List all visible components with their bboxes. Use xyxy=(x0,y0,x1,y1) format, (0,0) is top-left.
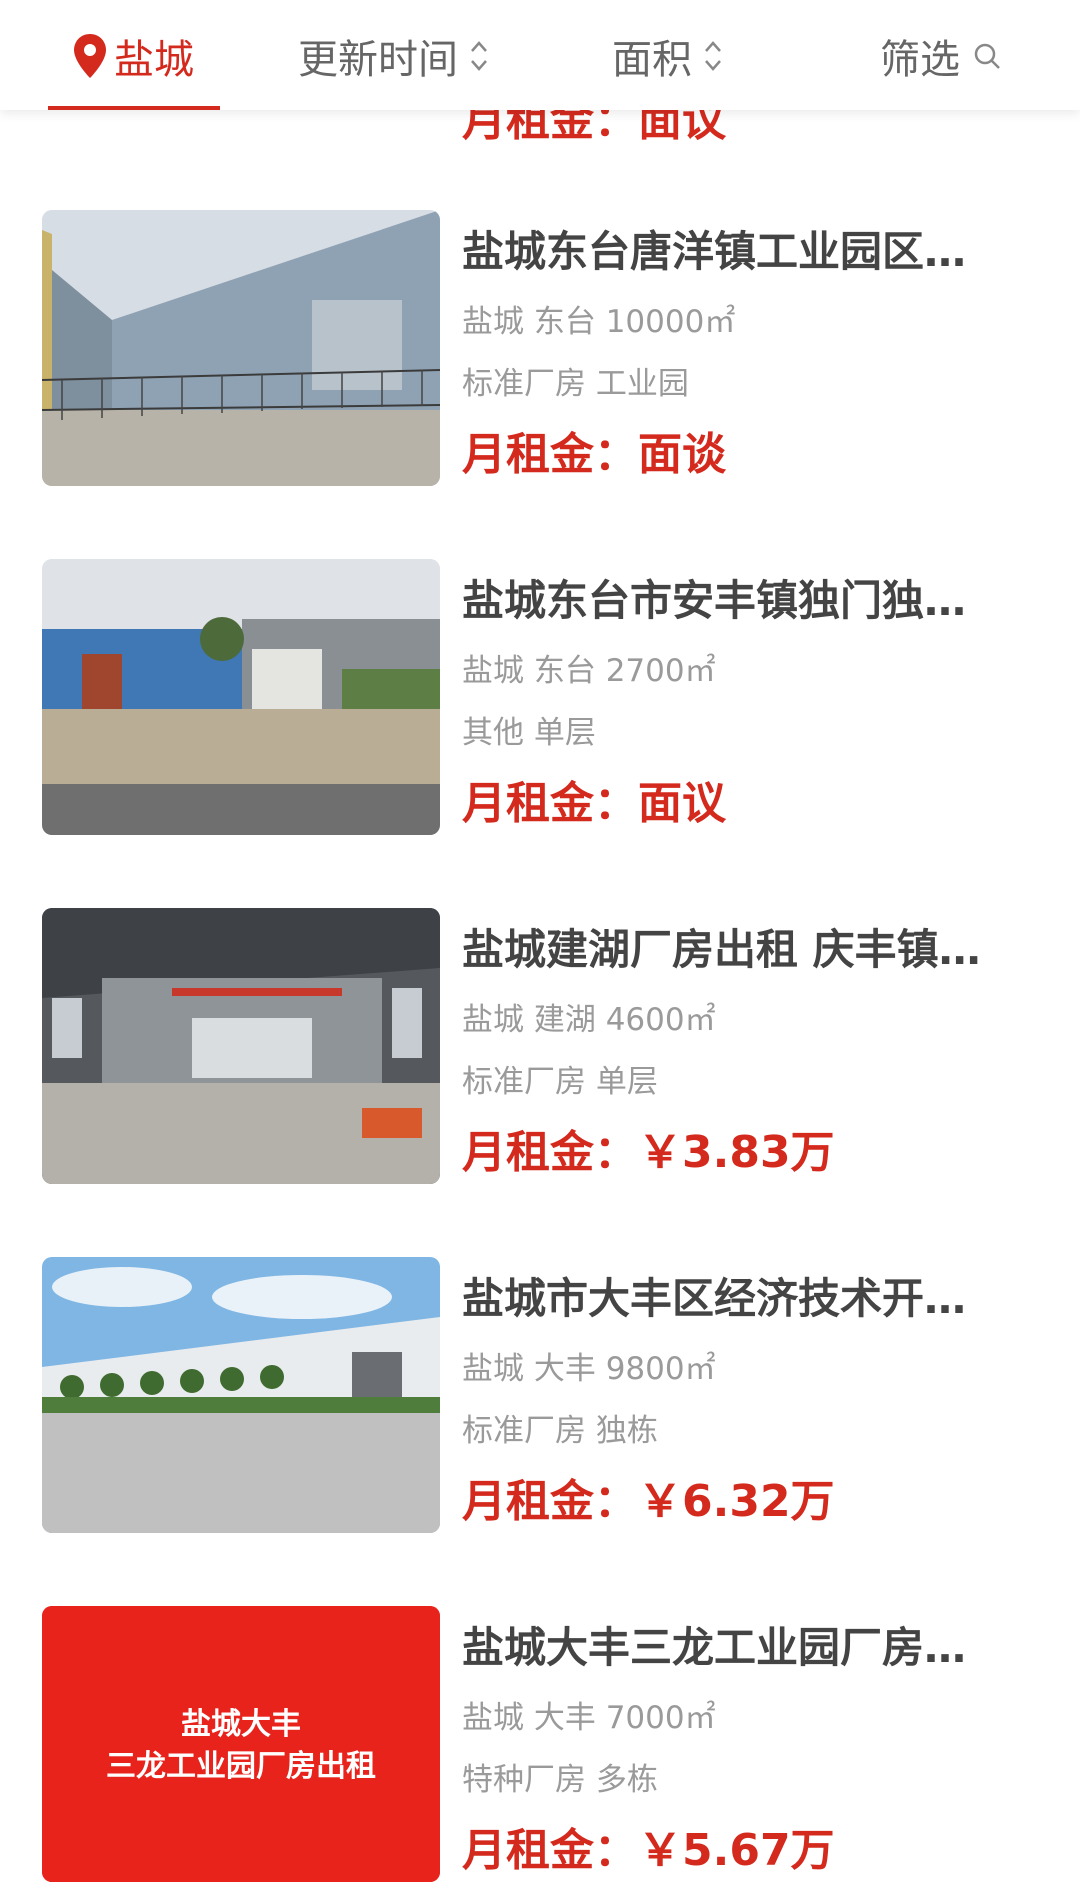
listing-tags: 标准厂房 单层 xyxy=(462,1064,658,1100)
listing-price: 月租金：￥6.32万 xyxy=(462,1476,835,1527)
active-tab-indicator xyxy=(48,106,220,110)
listing-title: 盐城市大丰区经济技术开… xyxy=(462,1274,967,1323)
filter-label: 筛选 xyxy=(880,37,960,83)
listing-location: 盐城 大丰 7000㎡ xyxy=(462,1700,716,1736)
listing-tags: 标准厂房 独栋 xyxy=(462,1413,658,1449)
listing-photo xyxy=(42,210,440,486)
update-time-label: 更新时间 xyxy=(298,37,458,83)
search-icon xyxy=(974,43,1000,69)
area-label: 面积 xyxy=(612,37,692,83)
listing-title: 盐城东台唐洋镇工业园区… xyxy=(462,227,967,276)
sort-update-time[interactable]: 更新时间 xyxy=(298,26,490,86)
sort-icon xyxy=(705,41,721,71)
listing-photo xyxy=(42,559,440,835)
sort-area[interactable]: 面积 xyxy=(612,26,724,86)
listing-title: 盐城东台市安丰镇独门独… xyxy=(462,576,967,625)
listing-price: 月租金：面议 xyxy=(462,778,726,829)
listing-card[interactable]: 盐城东台市安丰镇独门独… 盐城 东台 2700㎡ 其他 单层 月租金：面议 xyxy=(0,545,1080,845)
filter-button[interactable]: 筛选 xyxy=(880,26,1002,86)
listing-card[interactable]: 盐城建湖厂房出租 庆丰镇… 盐城 建湖 4600㎡ 标准厂房 单层 月租金：￥3… xyxy=(0,894,1080,1194)
banner-line-1: 盐城大丰 xyxy=(181,1707,301,1742)
listing-location: 盐城 建湖 4600㎡ xyxy=(462,1002,716,1038)
listing-price: 月租金：￥5.67万 xyxy=(462,1825,835,1876)
listing-title: 盐城大丰三龙工业园厂房… xyxy=(462,1623,967,1672)
city-label: 盐城 xyxy=(114,37,194,83)
listing-card[interactable]: 盐城东台唐洋镇工业园区… 盐城 东台 10000㎡ 标准厂房 工业园 月租金：面… xyxy=(0,196,1080,496)
listing-tags: 其他 单层 xyxy=(462,715,596,751)
location-pin-icon xyxy=(74,34,106,78)
banner-line-2: 三龙工业园厂房出租 xyxy=(106,1749,376,1784)
listing-tags: 特种厂房 多栋 xyxy=(462,1762,658,1798)
listing-location: 盐城 东台 2700㎡ xyxy=(462,653,716,689)
listing-photo xyxy=(42,1257,440,1533)
sort-icon xyxy=(471,41,487,71)
listing-title: 盐城建湖厂房出租 庆丰镇… xyxy=(462,925,981,974)
listing-card[interactable]: 盐城大丰 三龙工业园厂房出租 盐城大丰三龙工业园厂房… 盐城 大丰 7000㎡ … xyxy=(0,1592,1080,1892)
filter-bar: 盐城 更新时间 面积 筛选 xyxy=(0,0,1080,110)
city-selector[interactable]: 盐城 xyxy=(72,26,194,86)
listing-card[interactable]: 盐城市大丰区经济技术开… 盐城 大丰 9800㎡ 标准厂房 独栋 月租金：￥6.… xyxy=(0,1243,1080,1543)
listing-location: 盐城 大丰 9800㎡ xyxy=(462,1351,716,1387)
listing-photo: 盐城大丰 三龙工业园厂房出租 xyxy=(42,1606,440,1882)
listing-price: 月租金：￥3.83万 xyxy=(462,1127,835,1178)
listing-location: 盐城 东台 10000㎡ xyxy=(462,304,736,340)
listing-photo xyxy=(42,908,440,1184)
listing-tags: 标准厂房 工业园 xyxy=(462,366,689,402)
listing-price: 月租金：面谈 xyxy=(462,429,726,480)
